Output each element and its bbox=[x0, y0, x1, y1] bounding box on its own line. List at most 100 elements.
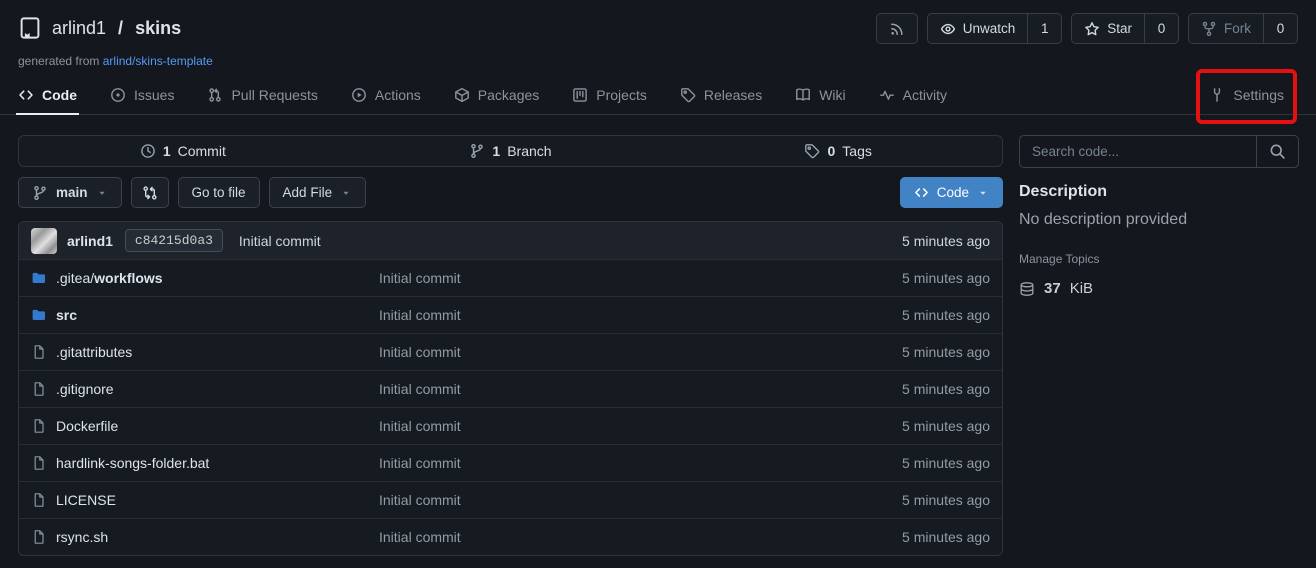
tab-releases[interactable]: Releases bbox=[680, 76, 762, 114]
tab-code-label: Code bbox=[42, 87, 77, 103]
row-commit-message[interactable]: Initial commit bbox=[379, 455, 461, 471]
pull-request-icon bbox=[207, 87, 223, 103]
clock-icon bbox=[140, 143, 156, 159]
tab-settings[interactable]: Settings bbox=[1209, 76, 1284, 114]
row-timestamp: 5 minutes ago bbox=[902, 455, 990, 471]
branches-stat[interactable]: 1 Branch bbox=[347, 136, 675, 166]
file-link[interactable]: hardlink-songs-folder.bat bbox=[56, 455, 209, 471]
latest-commit-row: arlind1 c84215d0a3 Initial commit 5 minu… bbox=[19, 222, 1002, 259]
row-timestamp: 5 minutes ago bbox=[902, 418, 990, 434]
file-icon bbox=[31, 455, 47, 471]
dir-name: src bbox=[56, 307, 77, 323]
tab-packages[interactable]: Packages bbox=[454, 76, 539, 114]
commit-author-avatar[interactable] bbox=[31, 228, 57, 254]
commits-stat[interactable]: 1 Commit bbox=[19, 136, 347, 166]
watch-group: Unwatch 1 bbox=[927, 13, 1063, 44]
tab-pull-requests[interactable]: Pull Requests bbox=[207, 76, 317, 114]
tab-projects[interactable]: Projects bbox=[572, 76, 647, 114]
unwatch-button[interactable]: Unwatch bbox=[927, 13, 1029, 44]
tab-activity[interactable]: Activity bbox=[879, 76, 947, 114]
forks-count-button[interactable]: 0 bbox=[1264, 13, 1298, 44]
search-input[interactable] bbox=[1020, 136, 1256, 167]
unwatch-label: Unwatch bbox=[963, 21, 1016, 36]
file-icon bbox=[31, 381, 47, 397]
repo-main-column: 1 Commit 1 Branch bbox=[18, 135, 1003, 556]
compare-branches-button[interactable] bbox=[131, 177, 169, 208]
generated-from-line: generated from arlind/skins-template bbox=[18, 54, 1298, 68]
go-to-file-button[interactable]: Go to file bbox=[178, 177, 260, 208]
repo-size-row: 37 KiB bbox=[1019, 280, 1299, 297]
file-link[interactable]: LICENSE bbox=[56, 492, 116, 508]
tab-actions[interactable]: Actions bbox=[351, 76, 421, 114]
tags-stat[interactable]: 0 Tags bbox=[674, 136, 1002, 166]
file-link[interactable]: rsync.sh bbox=[56, 529, 108, 545]
row-commit-message[interactable]: Initial commit bbox=[379, 270, 461, 286]
row-commit-message[interactable]: Initial commit bbox=[379, 492, 461, 508]
repo-path-divider: / bbox=[118, 18, 123, 39]
add-file-button[interactable]: Add File bbox=[269, 177, 367, 208]
row-commit-message[interactable]: Initial commit bbox=[379, 307, 461, 323]
manage-topics-link[interactable]: Manage Topics bbox=[1019, 252, 1100, 266]
row-commit-message[interactable]: Initial commit bbox=[379, 418, 461, 434]
watchers-count-button[interactable]: 1 bbox=[1028, 13, 1062, 44]
add-file-label: Add File bbox=[283, 185, 333, 200]
file-link[interactable]: .gitignore bbox=[56, 381, 114, 397]
row-commit-message[interactable]: Initial commit bbox=[379, 381, 461, 397]
row-timestamp: 5 minutes ago bbox=[902, 529, 990, 545]
commit-label: Commit bbox=[178, 143, 226, 159]
tag-icon bbox=[804, 143, 820, 159]
search-button[interactable] bbox=[1256, 136, 1298, 167]
go-to-file-label: Go to file bbox=[192, 185, 246, 200]
issue-icon bbox=[110, 87, 126, 103]
tab-activity-label: Activity bbox=[903, 87, 947, 103]
row-timestamp: 5 minutes ago bbox=[902, 381, 990, 397]
page-content: 1 Commit 1 Branch bbox=[0, 135, 1316, 556]
commit-message-link[interactable]: Initial commit bbox=[239, 233, 321, 249]
fork-group: Fork 0 bbox=[1188, 13, 1298, 44]
repo-title: arlind1 / skins bbox=[18, 16, 181, 40]
file-link[interactable]: .gitattributes bbox=[56, 344, 132, 360]
fork-button[interactable]: Fork bbox=[1188, 13, 1264, 44]
row-timestamp: 5 minutes ago bbox=[902, 307, 990, 323]
project-board-icon bbox=[572, 87, 588, 103]
tab-code[interactable]: Code bbox=[18, 76, 77, 114]
repo-name-link[interactable]: skins bbox=[135, 18, 181, 39]
code-download-button[interactable]: Code bbox=[900, 177, 1003, 208]
search-icon bbox=[1269, 143, 1286, 160]
chevron-down-icon bbox=[340, 187, 352, 199]
star-icon bbox=[1084, 21, 1100, 37]
file-link[interactable]: Dockerfile bbox=[56, 418, 118, 434]
repo-sidebar: Description No description provided Mana… bbox=[1019, 135, 1299, 556]
repo-header: arlind1 / skins bbox=[0, 0, 1316, 115]
repo-owner-link[interactable]: arlind1 bbox=[52, 18, 106, 39]
dir-link[interactable]: src bbox=[56, 307, 77, 323]
row-commit-message[interactable]: Initial commit bbox=[379, 529, 461, 545]
file-list-table: arlind1 c84215d0a3 Initial commit 5 minu… bbox=[18, 221, 1003, 556]
row-timestamp: 5 minutes ago bbox=[902, 344, 990, 360]
tag-icon bbox=[680, 87, 696, 103]
row-commit-message[interactable]: Initial commit bbox=[379, 344, 461, 360]
play-circle-icon bbox=[351, 87, 367, 103]
tab-issues[interactable]: Issues bbox=[110, 76, 174, 114]
tab-pull-requests-label: Pull Requests bbox=[231, 87, 317, 103]
commit-hash-link[interactable]: c84215d0a3 bbox=[125, 229, 223, 252]
star-button[interactable]: Star bbox=[1071, 13, 1145, 44]
star-group: Star 0 bbox=[1071, 13, 1179, 44]
tab-wiki[interactable]: Wiki bbox=[795, 76, 845, 114]
repo-stats-bar: 1 Commit 1 Branch bbox=[18, 135, 1003, 167]
chevron-down-icon bbox=[977, 187, 989, 199]
table-row-license: LICENSE Initial commit 5 minutes ago bbox=[19, 481, 1002, 518]
file-icon bbox=[31, 418, 47, 434]
template-repo-link[interactable]: arlind/skins-template bbox=[103, 54, 213, 68]
generated-from-text: generated from bbox=[18, 54, 99, 68]
table-row-gitattributes: .gitattributes Initial commit 5 minutes … bbox=[19, 333, 1002, 370]
branch-icon bbox=[469, 143, 485, 159]
dir-link[interactable]: .gitea/workflows bbox=[56, 270, 163, 286]
file-icon bbox=[31, 492, 47, 508]
rss-button[interactable] bbox=[876, 13, 918, 44]
tab-wiki-label: Wiki bbox=[819, 87, 845, 103]
commit-author-name[interactable]: arlind1 bbox=[67, 233, 113, 249]
branch-selector-button[interactable]: main bbox=[18, 177, 122, 208]
stars-count-button[interactable]: 0 bbox=[1145, 13, 1179, 44]
branch-icon bbox=[32, 185, 48, 201]
